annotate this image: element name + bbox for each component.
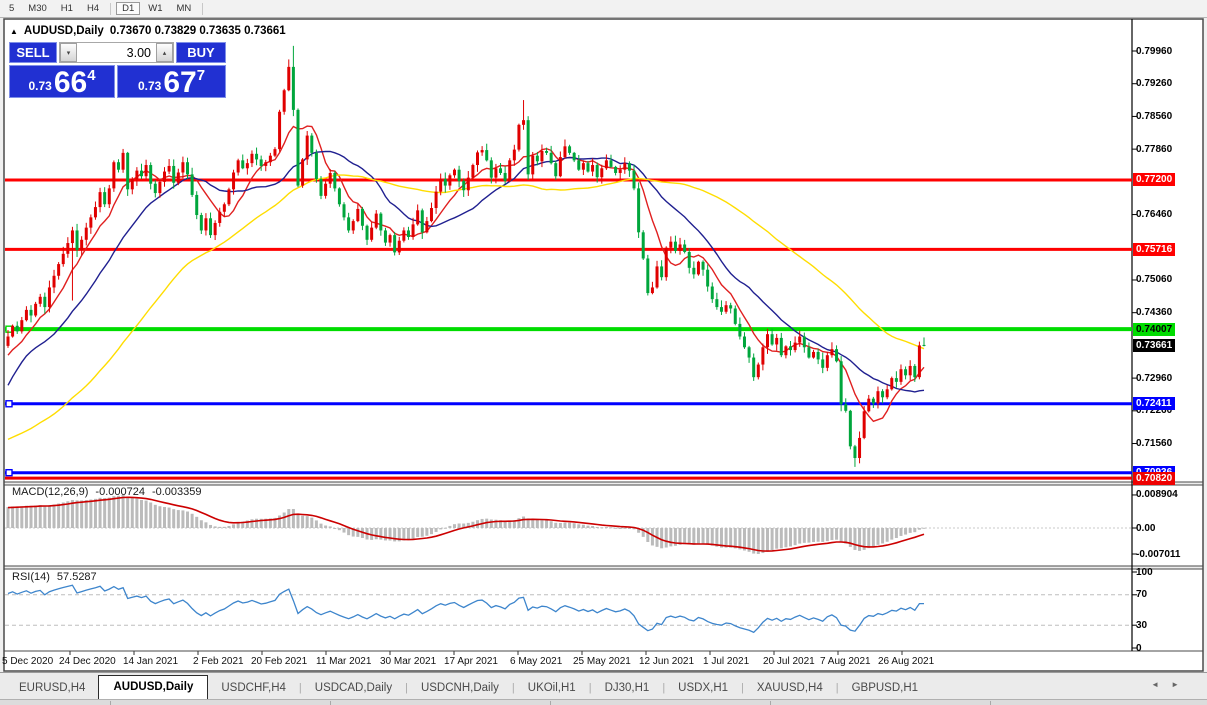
statusbar-notch [110,701,111,705]
date-axis-label: 11 Mar 2021 [316,656,372,667]
statusbar-notch [550,701,551,705]
statusbar-notch [330,701,331,705]
rsi-value: 57.5287 [56,571,97,583]
chart-tab-audusd-daily[interactable]: AUDUSD,Daily [98,675,209,700]
price-axis-label: 0.79960 [1136,45,1173,57]
hline-price-label: 0.77200 [1133,173,1176,187]
hline-price-label: 0.74007 [1133,322,1176,336]
chart-tab-ukoil-h1[interactable]: UKOil,H1 [515,677,589,700]
chart-tab-xauusd-h4[interactable]: XAUUSD,H4 [744,677,836,700]
current-price-label: 0.73661 [1133,338,1176,352]
chart-title: ▲ AUDUSD,Daily 0.73670 0.73829 0.73635 0… [10,25,286,37]
price-axis-label: 0.78560 [1136,110,1173,122]
sell-price-pip: 4 [87,67,96,84]
hline-price-label: 0.75716 [1133,242,1176,256]
date-axis-label: 6 May 2021 [510,656,563,667]
macd-axis-label: 0.00 [1136,522,1156,534]
chart-canvas[interactable] [0,0,1207,705]
date-axis-label: 25 May 2021 [573,656,631,667]
price-axis-label: 0.76460 [1136,209,1173,221]
price-axis-label: 0.79260 [1136,78,1173,90]
tab-scroll-arrows: ◄ ► [1151,680,1179,689]
rsi-title: RSI(14) [12,571,50,583]
volume-up-button[interactable]: ▴ [156,43,173,62]
tab-scroll-left-icon[interactable]: ◄ [1151,680,1159,689]
statusbar-notch [990,701,991,705]
macd-signal-value: -0.003359 [151,486,202,498]
date-axis-label: 24 Dec 2020 [59,656,116,667]
hline-price-label: 0.70820 [1133,471,1176,485]
date-axis-label: 20 Jul 2021 [763,656,815,667]
chart-tab-usdcad-daily[interactable]: USDCAD,Daily [302,677,405,700]
date-axis-label: 20 Feb 2021 [251,656,308,667]
chart-tab-eurusd-h4[interactable]: EURUSD,H4 [6,677,98,700]
price-axis-label: 0.72960 [1136,372,1173,384]
macd-axis-label: 0.008904 [1136,489,1178,501]
chart-tab-usdx-h1[interactable]: USDX,H1 [665,677,741,700]
date-axis-label: 7 Aug 2021 [820,656,871,667]
price-axis-label: 0.77860 [1136,143,1173,155]
sell-price-big: 66 [53,66,88,99]
chart-tab-dj30-h1[interactable]: DJ30,H1 [592,677,663,700]
date-axis-label: 30 Mar 2021 [380,656,437,667]
date-axis-label: 1 Jul 2021 [703,656,750,667]
rsi-label: RSI(14) 57.5287 [12,571,97,583]
sell-button[interactable]: SELL [9,42,57,63]
collapse-triangle-icon[interactable]: ▲ [10,27,18,36]
rsi-axis-label: 0 [1136,642,1142,654]
date-axis-label: 17 Apr 2021 [444,656,498,667]
sell-price-prefix: 0.73 [28,79,52,93]
buy-price-pip: 7 [196,67,206,84]
hline-price-label: 0.72411 [1133,397,1175,411]
date-axis-label: 2 Feb 2021 [193,656,244,667]
rsi-axis-label: 70 [1136,589,1148,601]
rsi-axis-label: 100 [1136,566,1153,578]
price-axis-label: 0.71560 [1136,438,1173,450]
volume-spinner: ▾ 3.00 ▴ [59,42,174,63]
date-axis-label: 5 Dec 2020 [2,656,54,667]
buy-price-prefix: 0.73 [137,79,162,93]
date-axis-label: 26 Aug 2021 [878,656,935,667]
macd-title: MACD(12,26,9) [12,486,89,498]
symbol-label: AUDUSD,Daily [23,25,104,37]
price-axis-label: 0.75060 [1136,274,1173,286]
ohlc-values: 0.73670 0.73829 0.73635 0.73661 [109,25,286,37]
tab-scroll-right-icon[interactable]: ► [1171,680,1179,689]
chart-tab-usdcnh-daily[interactable]: USDCNH,Daily [408,677,512,700]
buy-button[interactable]: BUY [176,42,226,63]
buy-price-big: 67 [163,66,197,99]
rsi-axis-label: 30 [1136,619,1148,631]
chart-tabbar: EURUSD,H4 AUDUSD,Daily USDCHF,H4 | USDCAD,Da… [0,672,1207,700]
date-axis-label: 12 Jun 2021 [639,656,695,667]
status-bar [0,699,1207,705]
macd-value: -0.000724 [95,486,145,498]
chart-tab-usdchf-h4[interactable]: USDCHF,H4 [208,677,299,700]
price-axis-label: 0.74360 [1136,307,1173,319]
volume-input[interactable]: 3.00 [77,43,156,62]
chart-tab-gbpusd-h1[interactable]: GBPUSD,H1 [839,677,931,700]
statusbar-notch [770,701,771,705]
volume-down-button[interactable]: ▾ [60,43,77,62]
macd-axis-label: -0.007011 [1136,548,1181,560]
macd-label: MACD(12,26,9) -0.000724 -0.003359 [12,486,202,498]
date-axis-label: 14 Jan 2021 [123,656,179,667]
buy-quote-button[interactable]: 0.73 67 7 [117,65,226,98]
sell-quote-button[interactable]: 0.73 66 4 [9,65,115,98]
one-click-trade-panel: SELL ▾ 3.00 ▴ BUY 0.73 66 4 0.73 67 7 [9,42,226,98]
